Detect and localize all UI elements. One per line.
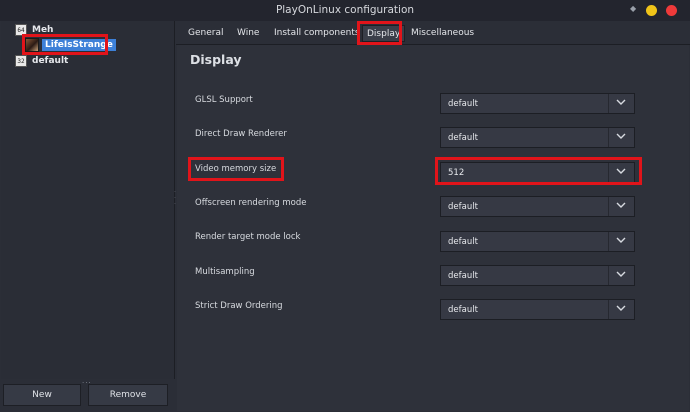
select-value: default bbox=[448, 133, 478, 143]
tree-item-label: LifeIsStrange bbox=[42, 39, 116, 51]
remove-button[interactable]: Remove bbox=[88, 384, 168, 406]
chevron-down-icon bbox=[616, 133, 626, 139]
select-value: 512 bbox=[448, 168, 465, 178]
game-icon bbox=[25, 38, 39, 52]
video-memory-size-label: Video memory size bbox=[195, 164, 277, 174]
select-value: default bbox=[448, 202, 478, 212]
new-button[interactable]: New bbox=[3, 384, 81, 406]
chevron-down-icon bbox=[616, 237, 626, 243]
tree-item-label: default bbox=[32, 56, 69, 66]
select-value: default bbox=[448, 305, 478, 315]
chevron-down-icon bbox=[616, 305, 626, 311]
render-target-mode-lock-select[interactable]: default bbox=[440, 231, 635, 252]
glsl-support-label: GLSL Support bbox=[195, 95, 253, 105]
prefix-tree: 64 Meh LifeIsStrange 32 default bbox=[1, 21, 175, 379]
select-value: default bbox=[448, 271, 478, 281]
render-target-mode-lock-label: Render target mode lock bbox=[195, 232, 301, 242]
select-value: default bbox=[448, 99, 478, 109]
chevron-down-icon bbox=[616, 168, 626, 174]
tree-item-default[interactable]: 32 default bbox=[15, 54, 68, 68]
chevron-down-icon bbox=[616, 202, 626, 208]
tree-item-label: Meh bbox=[32, 25, 54, 35]
direct-draw-renderer-label: Direct Draw Renderer bbox=[195, 129, 287, 139]
window-grip-icon: ◆ bbox=[630, 4, 637, 13]
tree-item-meh[interactable]: 64 Meh bbox=[15, 23, 53, 37]
tab-install-components[interactable]: Install components bbox=[274, 28, 360, 38]
tab-wine[interactable]: Wine bbox=[237, 28, 259, 38]
strict-draw-ordering-label: Strict Draw Ordering bbox=[195, 301, 283, 311]
panel-splitter-handle[interactable]: · · · bbox=[174, 190, 176, 208]
close-button[interactable] bbox=[666, 5, 677, 16]
window-title: PlayOnLinux configuration bbox=[275, 4, 415, 16]
glsl-support-select[interactable]: default bbox=[440, 93, 635, 114]
strict-draw-ordering-select[interactable]: default bbox=[440, 299, 635, 320]
section-title: Display bbox=[190, 52, 242, 67]
offscreen-rendering-mode-select[interactable]: default bbox=[440, 196, 635, 217]
tab-miscellaneous[interactable]: Miscellaneous bbox=[411, 28, 474, 38]
direct-draw-renderer-select[interactable]: default bbox=[440, 127, 635, 148]
tree-item-lifeisstrange[interactable]: LifeIsStrange bbox=[25, 38, 116, 52]
arch-64-icon: 64 bbox=[15, 24, 27, 36]
minimize-button[interactable] bbox=[646, 5, 657, 16]
chevron-down-icon bbox=[616, 271, 626, 277]
tab-display[interactable]: Display bbox=[362, 25, 406, 42]
chevron-down-icon bbox=[616, 99, 626, 105]
arch-32-icon: 32 bbox=[15, 55, 27, 67]
video-memory-size-select[interactable]: 512 bbox=[440, 162, 635, 183]
select-value: default bbox=[448, 237, 478, 247]
multisampling-select[interactable]: default bbox=[440, 265, 635, 286]
tab-general[interactable]: General bbox=[188, 28, 223, 38]
offscreen-rendering-mode-label: Offscreen rendering mode bbox=[195, 198, 307, 208]
title-bar: PlayOnLinux configuration ◆ bbox=[0, 0, 690, 21]
multisampling-label: Multisampling bbox=[195, 267, 255, 277]
